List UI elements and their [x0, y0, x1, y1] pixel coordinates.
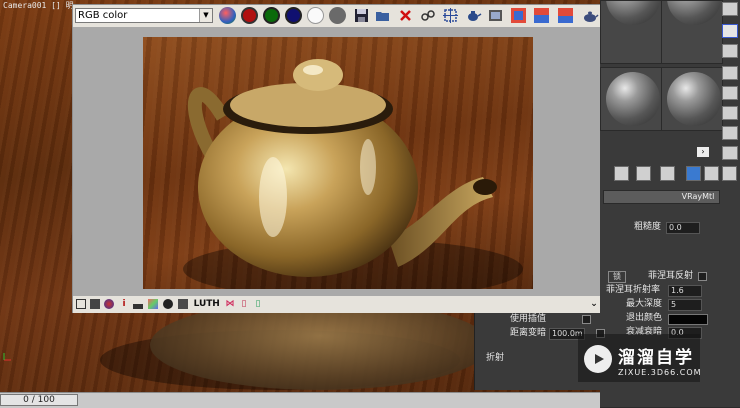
- viewport-teapot: [150, 300, 490, 390]
- fresnel-reflect-checkbox[interactable]: [698, 272, 707, 281]
- viewport-label[interactable]: Camera001 [] 明: [3, 0, 74, 11]
- material-slot[interactable]: [661, 0, 723, 64]
- save-icon[interactable]: [353, 7, 370, 24]
- go-to-parent-icon[interactable]: [704, 166, 719, 181]
- track-mouse-icon[interactable]: [419, 7, 436, 24]
- watermark-url: ZIXUE.3D66.COM: [618, 368, 702, 377]
- chevron-down-icon[interactable]: ▼: [199, 9, 212, 22]
- chevron-down-icon[interactable]: ⌄: [589, 299, 599, 309]
- checker-background-icon[interactable]: [660, 166, 675, 181]
- axis-tripod-icon: [3, 353, 11, 361]
- blue-channel-icon[interactable]: [285, 7, 302, 24]
- compare-icon[interactable]: ⋈: [225, 299, 235, 309]
- region-render-icon[interactable]: [442, 7, 459, 24]
- info-icon[interactable]: i: [119, 299, 129, 309]
- render-teapot-icon[interactable]: [465, 7, 482, 24]
- alpha-channel-icon[interactable]: [307, 7, 324, 24]
- side-toolbar-button[interactable]: [722, 66, 738, 80]
- color-balance-icon[interactable]: [148, 299, 158, 309]
- fresnel-ior-spinner[interactable]: 1.6: [668, 285, 702, 297]
- side-toolbar-button[interactable]: [722, 106, 738, 120]
- use-interpolation-label: 使用插值: [510, 314, 547, 324]
- material-type-button[interactable]: VRayMtl: [676, 190, 720, 204]
- exit-color-swatch[interactable]: [668, 314, 708, 325]
- render-image-area[interactable]: [73, 27, 602, 295]
- side-toolbar-button[interactable]: [722, 86, 738, 100]
- max-depth-spinner[interactable]: 5: [668, 299, 702, 311]
- fresnel-reflect-label: 菲涅耳反射: [648, 271, 694, 281]
- channel-select-value: RGB color: [78, 10, 128, 21]
- time-slider[interactable]: 0 / 100: [0, 394, 78, 406]
- lens-effects-icon[interactable]: [178, 299, 188, 309]
- material-sphere: [667, 1, 721, 25]
- roughness-spinner[interactable]: 0.0: [666, 222, 700, 234]
- display-correction-icon[interactable]: ▯: [253, 299, 263, 309]
- material-slot[interactable]: [661, 67, 723, 131]
- clear-icon[interactable]: [397, 7, 414, 24]
- material-sphere: [606, 72, 660, 126]
- monochrome-icon[interactable]: [329, 7, 346, 24]
- max-depth-label: 最大深度: [626, 299, 663, 309]
- vray-frame-buffer-window[interactable]: RGB color ▼ i LUT H ⋈ ▯ ▯ ⌄: [72, 4, 603, 313]
- show-in-viewport-icon[interactable]: [686, 166, 701, 181]
- material-sphere: [667, 72, 721, 126]
- lut-label[interactable]: LUT: [193, 299, 213, 309]
- side-toolbar-button[interactable]: [722, 126, 738, 140]
- green-channel-icon[interactable]: [263, 7, 280, 24]
- rgb-channel-icon[interactable]: [219, 7, 236, 24]
- rendered-teapot: [183, 59, 523, 289]
- color-correction-icon[interactable]: [487, 7, 504, 24]
- ab-compare-b-icon[interactable]: [557, 7, 574, 24]
- fresnel-ior-label: 菲涅耳折射率: [606, 285, 661, 295]
- material-sphere: [606, 1, 660, 25]
- exposure-icon[interactable]: [163, 299, 173, 309]
- ab-compare-a-icon[interactable]: [533, 7, 550, 24]
- watermark-title: 溜溜自学: [618, 348, 694, 368]
- chevron-right-icon[interactable]: ›: [697, 147, 709, 157]
- distance-dim-label: 距离变暗: [510, 328, 547, 338]
- red-channel-icon[interactable]: [241, 7, 258, 24]
- frame-buffer-toolbar: RGB color ▼: [73, 5, 602, 28]
- exit-color-label: 退出颜色: [626, 313, 663, 323]
- use-interpolation-checkbox[interactable]: [582, 315, 591, 324]
- side-toolbar-button[interactable]: [722, 44, 738, 58]
- lut-settings-icon[interactable]: [90, 299, 100, 309]
- roughness-label: 粗糙度: [634, 222, 662, 232]
- material-slot[interactable]: [600, 0, 662, 64]
- go-forward-icon[interactable]: [722, 166, 737, 181]
- history-icon[interactable]: [104, 299, 114, 309]
- side-toolbar-button[interactable]: [722, 146, 738, 160]
- material-slot[interactable]: [600, 67, 662, 131]
- side-toolbar-button[interactable]: [722, 24, 738, 38]
- stereo-icon[interactable]: ▯: [239, 299, 249, 309]
- open-icon[interactable]: [374, 7, 391, 24]
- time-slider-track[interactable]: 0 / 100: [0, 392, 600, 408]
- channel-select[interactable]: RGB color ▼: [75, 8, 213, 23]
- h-label[interactable]: H: [211, 299, 221, 309]
- play-triangle-icon: [595, 354, 604, 364]
- frame-buffer-bottom-toolbar: i LUT H ⋈ ▯ ▯ ⌄: [73, 295, 602, 313]
- srgb-icon[interactable]: [510, 7, 527, 24]
- get-material-icon[interactable]: [614, 166, 629, 181]
- side-toolbar-button[interactable]: [722, 2, 738, 16]
- show-pixel-info-icon[interactable]: [76, 299, 86, 309]
- lock-button[interactable]: 锁: [608, 271, 626, 283]
- levels-icon[interactable]: [133, 299, 143, 309]
- assign-material-icon[interactable]: [636, 166, 651, 181]
- rendered-image: [143, 37, 533, 289]
- render-icon[interactable]: [582, 7, 599, 24]
- refraction-group-label: 折射: [486, 353, 505, 363]
